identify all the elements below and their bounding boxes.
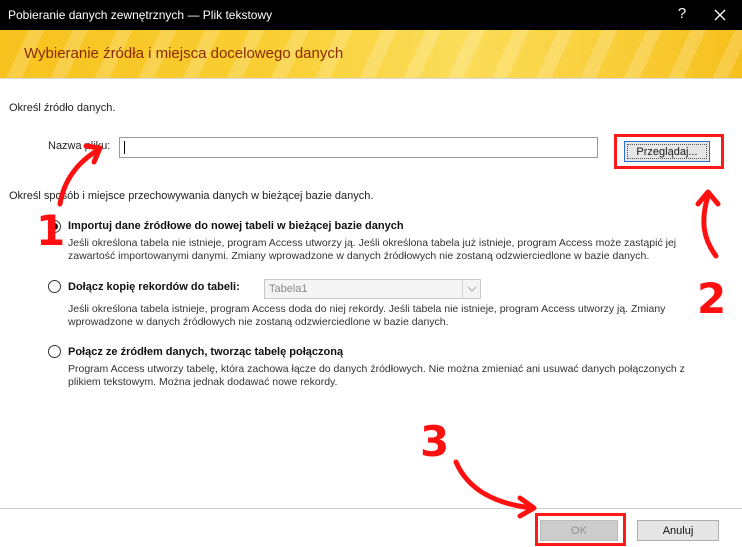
option-append-desc-line2: wprowadzone w danych źródłowych nie zost… <box>68 316 449 328</box>
close-button[interactable] <box>707 4 733 26</box>
option-append-desc-line1: Jeśli określona tabela istnieje, program… <box>68 303 666 315</box>
header-banner: Wybieranie źródła i miejsca docelowego d… <box>0 30 742 78</box>
highlight-browse <box>614 134 724 169</box>
option-import-desc: Jeśli określona tabela nie istnieje, pro… <box>68 237 676 263</box>
file-name-input[interactable] <box>119 137 598 158</box>
table-select[interactable]: Tabela1 <box>264 279 481 299</box>
option-link-label: Połącz ze źródłem danych, tworząc tabelę… <box>68 346 344 358</box>
chevron-down-icon <box>462 280 480 298</box>
annotation-number-2: 2 <box>697 274 727 323</box>
annotation-number-1: 1 <box>36 206 66 255</box>
annotation-arrows <box>57 143 721 519</box>
help-button[interactable]: ? <box>672 5 692 22</box>
page-title: Wybieranie źródła i miejsca docelowego d… <box>24 45 344 62</box>
radio-link[interactable] <box>48 345 61 358</box>
option-append-desc: Jeśli określona tabela istnieje, program… <box>68 303 665 329</box>
option-import-desc-line2: zawartość importowanymi danymi. Zmiany w… <box>68 250 650 262</box>
option-link-desc: Program Access utworzy tabelę, która zac… <box>68 363 685 389</box>
footer-divider <box>0 508 742 509</box>
annotation-number-3: 3 <box>420 417 450 466</box>
option-import-label: Importuj dane źródłowe do nowej tabeli w… <box>68 220 404 232</box>
text-cursor <box>124 141 125 154</box>
option-import-desc-line1: Jeśli określona tabela nie istnieje, pro… <box>68 237 677 249</box>
storage-section-label: Określ sposób i miejsce przechowywania d… <box>9 190 374 202</box>
cancel-button-label: Anuluj <box>662 524 694 537</box>
option-link-desc-line2: plikiem tekstowym. Można jednak dodawać … <box>68 376 338 388</box>
highlight-ok <box>535 513 626 546</box>
option-link-desc-line1: Program Access utworzy tabelę, która zac… <box>68 363 685 375</box>
option-append-label: Dołącz kopię rekordów do tabeli: <box>68 281 240 293</box>
close-icon <box>714 9 726 21</box>
title-bar: Pobieranie danych zewnętrznych — Plik te… <box>0 0 742 30</box>
file-name-label: Nazwa pliku: <box>48 140 111 152</box>
arrow-2-icon <box>695 189 721 259</box>
cancel-button[interactable]: Anuluj <box>637 520 719 541</box>
radio-append[interactable] <box>48 280 61 293</box>
source-section-label: Określ źródło danych. <box>9 102 116 114</box>
banner-divider <box>0 78 742 79</box>
table-select-value: Tabela1 <box>269 283 308 295</box>
window-title: Pobieranie danych zewnętrznych — Plik te… <box>8 8 273 22</box>
